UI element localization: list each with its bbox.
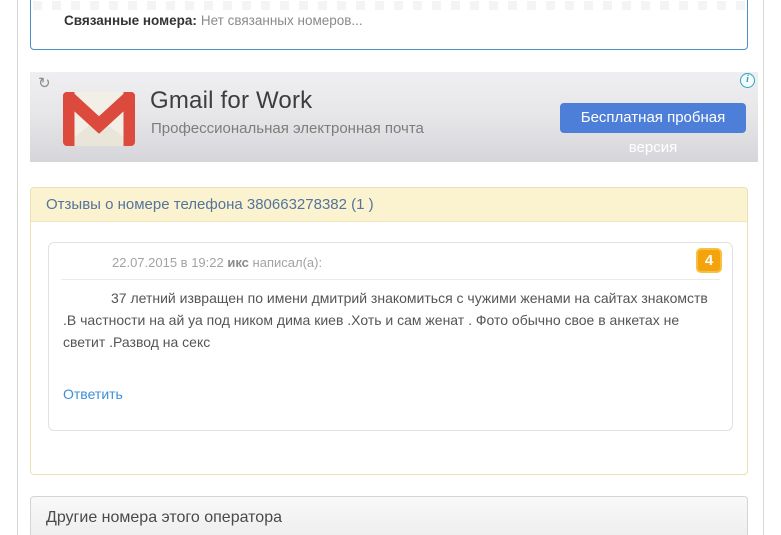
rating-badge[interactable]: 4 xyxy=(696,248,722,273)
other-numbers-bar: Другие номера этого оператора xyxy=(30,496,748,535)
comment-meta: 22.07.2015 в 19:22 икс написал(а): xyxy=(112,255,322,270)
reviews-section-header: Отзывы о номере телефона 380663278382 (1… xyxy=(31,188,747,222)
comment-wrote-label: написал(а): xyxy=(252,255,323,270)
related-numbers-box: Связанные номера: Нет связанных номеров..… xyxy=(30,0,748,50)
gmail-logo-icon xyxy=(63,92,135,146)
comment-card: 22.07.2015 в 19:22 икс написал(а): 4 37 … xyxy=(48,242,733,431)
reply-link[interactable]: Ответить xyxy=(63,386,123,402)
other-numbers-title: Другие номера этого оператора xyxy=(46,509,282,526)
related-numbers-value: Нет связанных номеров... xyxy=(200,13,363,28)
related-numbers-line: Связанные номера: Нет связанных номеров..… xyxy=(64,13,363,28)
related-numbers-label: Связанные номера: xyxy=(64,13,197,28)
page-left-border xyxy=(17,0,18,535)
ad-subtitle: Профессиональная электронная почта xyxy=(151,120,424,137)
page: Связанные номера: Нет связанных номеров..… xyxy=(0,0,781,535)
comment-author: икс xyxy=(227,255,249,270)
ad-title: Gmail for Work xyxy=(150,87,313,114)
cropped-content-stripes xyxy=(33,1,745,10)
comment-date: 22.07.2015 в 19:22 xyxy=(112,255,224,270)
comment-separator xyxy=(61,279,720,280)
ad-banner[interactable]: ↻ i Gmail for Work Профессиональная элек… xyxy=(30,72,758,162)
comment-text: 37 летний извращен по имени дмитрий знак… xyxy=(63,290,708,350)
ad-cta-button[interactable]: Бесплатная пробная версия xyxy=(560,103,746,156)
reviews-section: Отзывы о номере телефона 380663278382 (1… xyxy=(30,187,748,475)
info-icon[interactable]: i xyxy=(740,73,755,88)
page-right-border xyxy=(763,0,764,535)
refresh-icon[interactable]: ↻ xyxy=(38,74,51,92)
